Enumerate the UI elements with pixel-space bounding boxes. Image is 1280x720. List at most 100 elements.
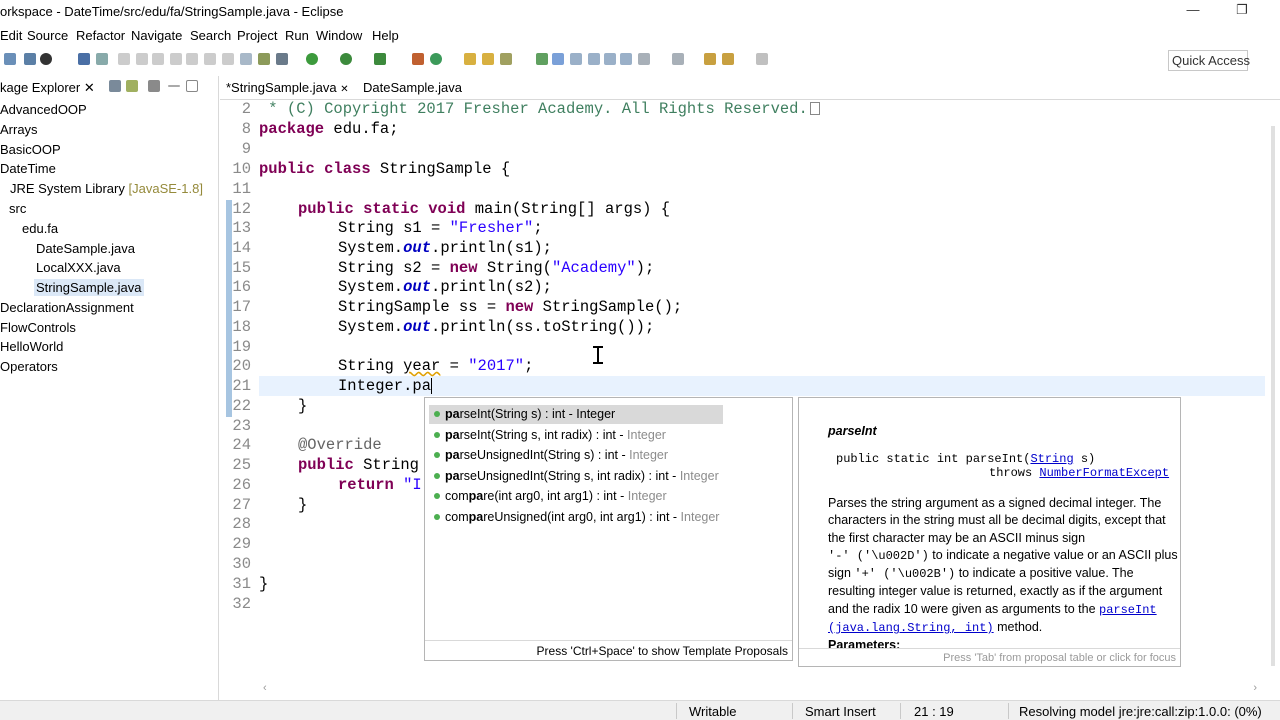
code-line-14[interactable]: System.out.println(s1); bbox=[338, 239, 552, 257]
folded-marker[interactable] bbox=[809, 102, 820, 116]
keyword: public class bbox=[259, 160, 371, 178]
back-icon[interactable] bbox=[704, 53, 716, 65]
tree-item-advancedoop[interactable]: AdvancedOOP bbox=[0, 102, 87, 117]
code-line-24[interactable]: @Override bbox=[298, 436, 382, 454]
show-whitespace-icon[interactable] bbox=[570, 53, 582, 65]
tree-item-declaration[interactable]: DeclarationAssignment bbox=[0, 300, 134, 315]
scroll-right-icon[interactable]: › bbox=[1253, 682, 1257, 694]
menu-search[interactable]: Search bbox=[190, 28, 231, 43]
menu-source[interactable]: Source bbox=[27, 28, 68, 43]
tree-item-basicoop[interactable]: BasicOOP bbox=[0, 142, 61, 157]
line-number: 27 bbox=[232, 496, 251, 514]
collapse-all-icon[interactable] bbox=[109, 80, 121, 92]
tree-item-operators[interactable]: Operators bbox=[0, 359, 58, 374]
tree-item-arrays[interactable]: Arrays bbox=[0, 122, 38, 137]
open-task-icon[interactable] bbox=[482, 53, 494, 65]
proposal-item[interactable]: parseUnsignedInt(String s) : int - Integ… bbox=[429, 446, 723, 465]
static-field: out bbox=[403, 278, 432, 296]
coverage-icon[interactable] bbox=[340, 53, 352, 65]
skip-icon[interactable] bbox=[96, 53, 108, 65]
tab-datesample[interactable]: DateSample.java bbox=[363, 80, 462, 95]
block-selection-icon[interactable] bbox=[552, 53, 564, 65]
tree-item-jre-label: JRE System Library bbox=[10, 181, 125, 196]
view-menu-icon[interactable] bbox=[148, 80, 160, 92]
proposal-item[interactable]: parseInt(String s) : int - Integer bbox=[429, 405, 723, 424]
tree-item-stringsample[interactable]: StringSample.java bbox=[34, 279, 144, 296]
forward-icon[interactable] bbox=[722, 53, 734, 65]
parseint-params-link[interactable]: (java.lang.String, int) bbox=[828, 621, 994, 635]
proposal-item[interactable]: parseUnsignedInt(String s, int radix) : … bbox=[429, 467, 789, 486]
code-line-22[interactable]: } bbox=[298, 397, 307, 415]
menu-run[interactable]: Run bbox=[285, 28, 309, 43]
code-line-21[interactable]: Integer.pa bbox=[338, 377, 433, 395]
code-line-18[interactable]: System.out.println(ss.toString()); bbox=[338, 318, 654, 336]
menu-refactor[interactable]: Refactor bbox=[76, 28, 125, 43]
parseint-link[interactable]: parseInt bbox=[1099, 603, 1157, 617]
minimize-view-icon[interactable] bbox=[168, 85, 180, 87]
proposal-item[interactable]: compare(int arg0, int arg1) : int - Inte… bbox=[429, 487, 723, 506]
next-edit-icon[interactable] bbox=[638, 53, 650, 65]
code-line-15[interactable]: String s2 = new String("Academy"); bbox=[338, 259, 654, 277]
restore-button[interactable]: ❐ bbox=[1229, 2, 1255, 22]
code-line-20[interactable]: String year = "2017"; bbox=[338, 357, 533, 375]
tree-item-helloworld[interactable]: HelloWorld bbox=[0, 339, 63, 354]
code-line-31[interactable]: } bbox=[259, 575, 268, 593]
new-class-icon[interactable] bbox=[430, 53, 442, 65]
quick-access-input[interactable]: Quick Access bbox=[1168, 50, 1250, 71]
tree-item-package[interactable]: edu.fa bbox=[22, 221, 58, 236]
menu-navigate[interactable]: Navigate bbox=[131, 28, 182, 43]
code-line-8[interactable]: package edu.fa; bbox=[259, 120, 399, 138]
open-type-icon[interactable] bbox=[464, 53, 476, 65]
tree-item-flowcontrols[interactable]: FlowControls bbox=[0, 320, 76, 335]
previous-annotation-icon[interactable] bbox=[604, 53, 616, 65]
menu-edit[interactable]: Edit bbox=[0, 28, 22, 43]
mark-occurrences-icon[interactable] bbox=[536, 53, 548, 65]
code-line-2[interactable]: * (C) Copyright 2017 Fresher Academy. Al… bbox=[259, 100, 820, 118]
scroll-thumb[interactable] bbox=[1271, 126, 1275, 666]
build-icon[interactable] bbox=[40, 53, 52, 65]
proposal-item[interactable]: parseInt(String s, int radix) : int - In… bbox=[429, 426, 723, 445]
new-icon[interactable] bbox=[4, 53, 16, 65]
javadoc-popup[interactable]: parseInt public static int parseInt(Stri… bbox=[798, 397, 1181, 667]
last-edit-icon[interactable] bbox=[672, 53, 684, 65]
debug-icon[interactable] bbox=[276, 53, 288, 65]
code-line-12[interactable]: public static void main(String[] args) { bbox=[298, 200, 670, 218]
close-icon[interactable]: ✕ bbox=[340, 84, 348, 95]
tab-stringsample[interactable]: *StringSample.java ✕ bbox=[226, 80, 349, 95]
code-line-26[interactable]: return "I bbox=[338, 476, 422, 494]
drop-frame-icon[interactable] bbox=[240, 53, 252, 65]
proposal-item[interactable]: compareUnsigned(int arg0, int arg1) : in… bbox=[429, 508, 789, 527]
horizontal-scrollbar[interactable]: ‹ › bbox=[259, 682, 1265, 698]
pin-editor-icon[interactable] bbox=[620, 53, 632, 65]
run-icon[interactable] bbox=[306, 53, 318, 65]
editor-tabs: *StringSample.java ✕ DateSample.java bbox=[220, 76, 1280, 100]
search-icon[interactable] bbox=[500, 53, 512, 65]
line-number: 19 bbox=[232, 338, 251, 356]
code-line-13[interactable]: String s1 = "Fresher"; bbox=[338, 219, 543, 237]
terminal-icon[interactable] bbox=[78, 53, 90, 65]
status-insert-mode[interactable]: Smart Insert bbox=[805, 704, 876, 719]
menu-project[interactable]: Project bbox=[237, 28, 277, 43]
menu-window[interactable]: Window bbox=[316, 28, 362, 43]
code-line-25[interactable]: public String bbox=[298, 456, 419, 474]
code-line-27[interactable]: } bbox=[298, 496, 307, 514]
vertical-scrollbar[interactable] bbox=[1266, 100, 1280, 680]
tree-item-localxxx[interactable]: LocalXXX.java bbox=[36, 260, 121, 275]
scroll-left-icon[interactable]: ‹ bbox=[263, 682, 267, 694]
code-line-10[interactable]: public class StringSample { bbox=[259, 160, 510, 178]
tree-item-datetime[interactable]: DateTime bbox=[0, 161, 56, 176]
external-tools-icon[interactable] bbox=[374, 53, 386, 65]
new-java-project-icon[interactable] bbox=[412, 53, 424, 65]
tree-item-datesample[interactable]: DateSample.java bbox=[36, 241, 135, 256]
code-line-16[interactable]: System.out.println(s2); bbox=[338, 278, 552, 296]
link-editor-icon[interactable] bbox=[126, 80, 138, 92]
tree-item-jre[interactable]: JRE System Library [JavaSE-1.8] bbox=[10, 181, 203, 196]
code-line-17[interactable]: StringSample ss = new StringSample(); bbox=[338, 298, 682, 316]
tree-item-src[interactable]: src bbox=[9, 201, 26, 216]
save-icon[interactable] bbox=[24, 53, 36, 65]
use-step-filters-icon[interactable] bbox=[258, 53, 270, 65]
menu-help[interactable]: Help bbox=[372, 28, 399, 43]
maximize-view-icon[interactable] bbox=[186, 80, 198, 92]
minimize-button[interactable]: — bbox=[1180, 2, 1206, 22]
next-annotation-icon[interactable] bbox=[588, 53, 600, 65]
